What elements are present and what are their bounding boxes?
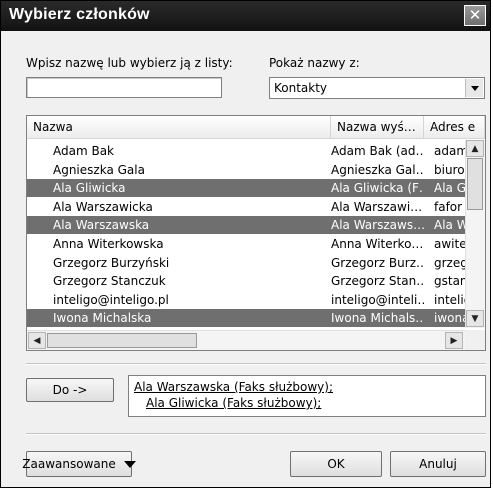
search-label: Wpisz nazwę lub wybierz ją z listy:: [26, 56, 233, 70]
cell-email: biuro: [434, 162, 465, 177]
cell-display-name: Grzegorz Burz…: [331, 255, 424, 270]
horizontal-scroll-thumb[interactable]: [47, 333, 197, 348]
chevron-left-icon: ◀: [33, 335, 41, 346]
select-members-dialog: Wybierz członków ✕ Wpisz nazwę lub wybie…: [0, 0, 491, 488]
cell-email: awite: [434, 237, 465, 251]
to-button[interactable]: Do ->: [26, 378, 114, 402]
column-header-name[interactable]: Nazwa: [27, 116, 331, 138]
close-icon: ✕: [468, 6, 482, 24]
column-header-email[interactable]: Adres e: [424, 116, 485, 138]
chevron-right-icon: ▶: [450, 335, 458, 346]
list-header: Nazwa Nazwa wyś… Adres e: [27, 116, 485, 139]
horizontal-scrollbar[interactable]: ◀ ▶: [27, 330, 465, 350]
cell-name: Ala Gliwicka: [53, 181, 126, 196]
cell-display-name: Adam Bak (ad…: [331, 144, 424, 158]
scroll-down-button[interactable]: ▼: [466, 310, 484, 327]
address-book-value: Kontakty: [274, 81, 328, 95]
cell-name: inteligo@inteligo.pl: [53, 292, 169, 307]
recipients-field[interactable]: Ala Warszawska (Faks służbowy); Ala Gliw…: [128, 375, 486, 417]
recipient-link[interactable]: Ala Gliwicka (Faks służbowy);: [146, 396, 321, 410]
table-row[interactable]: inteligo@inteligo.pl inteligo@inteli… inte…: [27, 291, 465, 309]
cell-email: adam: [434, 144, 465, 158]
cell-name: Agnieszka Gala: [53, 162, 145, 177]
close-button[interactable]: ✕: [464, 5, 486, 26]
vertical-scroll-thumb[interactable]: [467, 158, 483, 210]
cell-display-name: Anna Witerko…: [331, 237, 424, 251]
table-row[interactable]: Adam Bak Adam Bak (ad… adam: [27, 142, 465, 160]
cell-email: fafor: [434, 199, 463, 214]
table-row[interactable]: Grzegorz Burzyński Grzegorz Burz… grzeg: [27, 254, 465, 272]
cell-display-name: Grzegorz Stan…: [331, 274, 424, 289]
cancel-button-label: Anuluj: [419, 457, 457, 471]
cell-email: iwona: [434, 311, 465, 326]
cell-name: Grzegorz Burzyński: [53, 255, 170, 270]
chevron-down-icon: ▼: [471, 313, 479, 324]
contacts-list: Nazwa Nazwa wyś… Adres e Adam Bak Adam Ba…: [26, 115, 486, 351]
cell-email: Ala W: [434, 218, 465, 233]
cell-name: Iwona Michalska: [53, 311, 152, 326]
cell-email: gstan: [434, 274, 465, 289]
address-book-select[interactable]: Kontakty: [269, 77, 485, 99]
cell-email: intelig: [434, 292, 465, 307]
cell-name: Anna Witerkowska: [53, 237, 164, 251]
cell-display-name: Ala Warszawi…: [331, 199, 423, 214]
table-row[interactable]: Ala Warszawicka Ala Warszawi… fafor: [27, 198, 465, 216]
ok-button-label: OK: [327, 457, 345, 471]
table-row[interactable]: Grzegorz Stanczuk Grzegorz Stan… gstan: [27, 272, 465, 290]
cell-name: Ala Warszawska: [53, 218, 150, 233]
scroll-left-button[interactable]: ◀: [28, 332, 46, 349]
window-title: Wybierz członków: [9, 6, 150, 23]
cell-display-name: Agnieszka Gal…: [331, 162, 424, 177]
advanced-button[interactable]: Zaawansowane: [22, 451, 136, 477]
address-book-label: Pokaż nazwy z:: [269, 56, 360, 70]
recipient-link[interactable]: Ala Warszawska (Faks służbowy);: [134, 380, 333, 394]
cell-display-name: Iwona Michals…: [331, 311, 424, 326]
chevron-down-icon: [123, 460, 136, 468]
cell-display-name: Ala Gliwicka (F…: [331, 181, 424, 196]
cell-email: Ala G: [434, 181, 465, 196]
cell-name: Adam Bak: [53, 144, 115, 158]
cell-display-name: Ala Warszaws…: [331, 218, 424, 233]
table-row[interactable]: Ala Gliwicka Ala Gliwicka (F… Ala G: [27, 179, 465, 198]
table-row[interactable]: Anna Witerkowska Anna Witerko… awite: [27, 235, 465, 253]
table-row[interactable]: Ala Warszawska Ala Warszaws… Ala W: [27, 216, 465, 235]
divider: [26, 433, 486, 435]
advanced-button-label: Zaawansowane: [22, 457, 116, 471]
cell-email: grzeg: [434, 255, 465, 270]
column-header-display-name[interactable]: Nazwa wyś…: [331, 116, 424, 138]
scroll-right-button[interactable]: ▶: [445, 332, 463, 349]
cell-name: Ala Warszawicka: [53, 199, 153, 214]
title-bar[interactable]: Wybierz członków ✕: [1, 1, 490, 31]
divider: [26, 363, 486, 365]
ok-button[interactable]: OK: [290, 451, 382, 477]
cell-display-name: inteligo@inteli…: [331, 292, 424, 307]
vertical-scrollbar[interactable]: ▲ ▼: [465, 140, 485, 328]
scroll-up-button[interactable]: ▲: [466, 140, 484, 157]
cell-name: Grzegorz Stanczuk: [53, 274, 166, 289]
to-button-label: Do ->: [52, 383, 88, 397]
scroll-corner: [465, 330, 485, 350]
chevron-up-icon: ▲: [471, 143, 479, 154]
table-row[interactable]: Iwona Michalska Iwona Michals… iwona: [27, 309, 465, 328]
cancel-button[interactable]: Anuluj: [390, 451, 486, 477]
table-row[interactable]: Agnieszka Gala Agnieszka Gal… biuro: [27, 161, 465, 179]
chevron-down-icon[interactable]: [465, 79, 483, 97]
search-input[interactable]: [26, 77, 222, 98]
